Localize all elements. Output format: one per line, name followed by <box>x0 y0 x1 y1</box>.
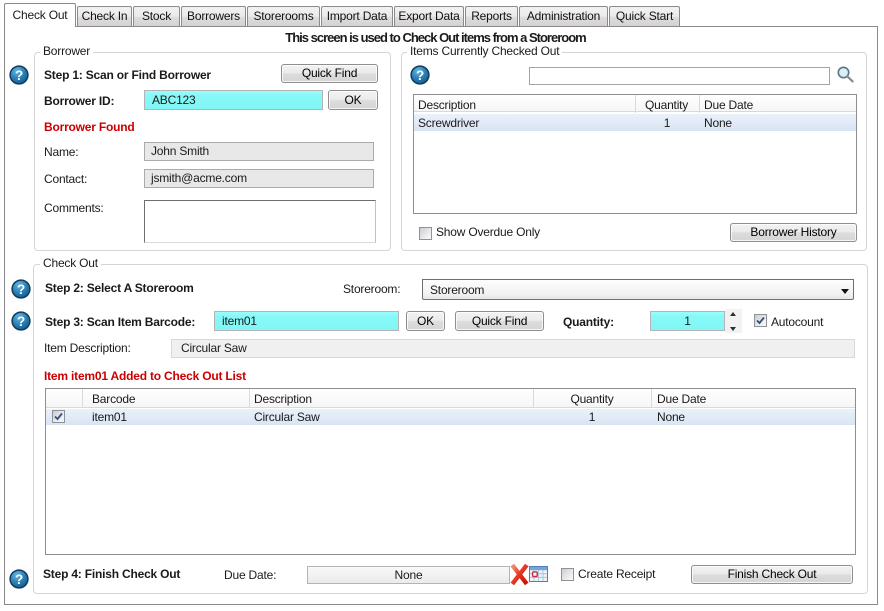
svg-text:?: ? <box>17 314 25 329</box>
svg-text:?: ? <box>416 68 424 83</box>
svg-text:?: ? <box>15 68 23 83</box>
svg-text:?: ? <box>15 572 23 587</box>
svg-text:?: ? <box>17 282 25 297</box>
